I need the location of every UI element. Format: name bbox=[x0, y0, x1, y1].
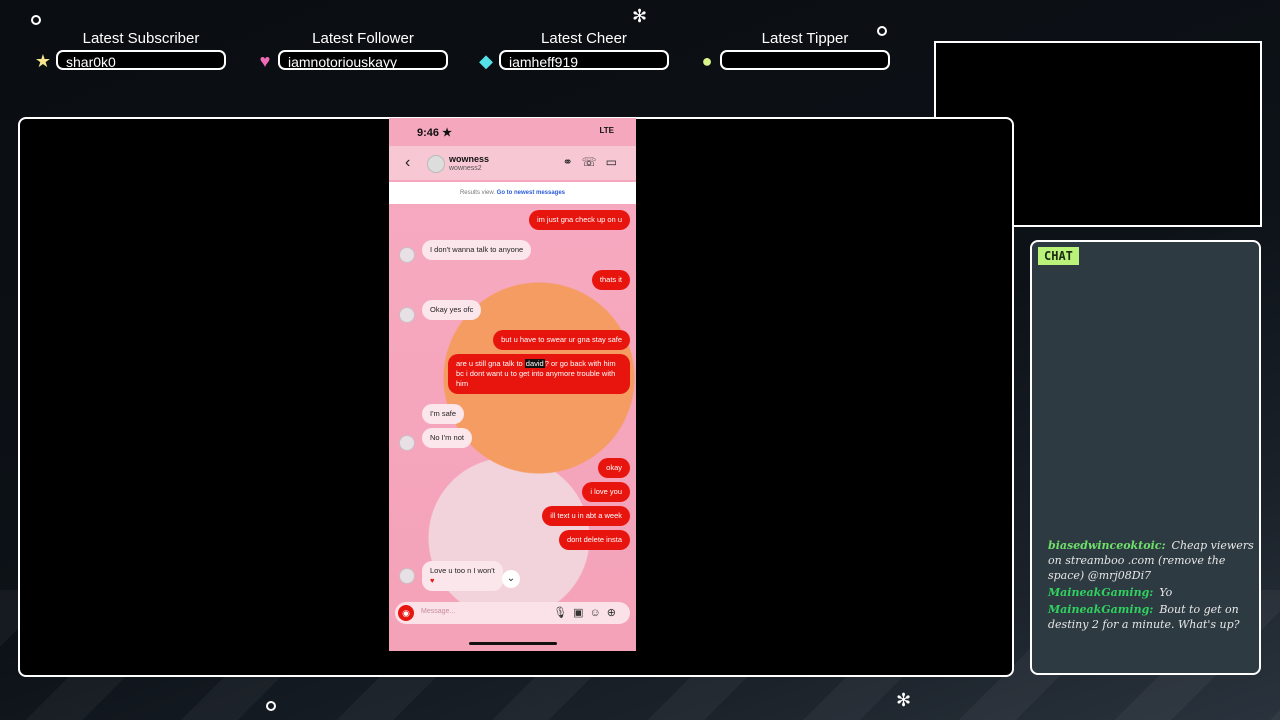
avatar[interactable] bbox=[427, 155, 445, 173]
alert-title: Latest Follower bbox=[312, 30, 414, 47]
message-text: are u still gna talk to bbox=[456, 359, 525, 368]
alert-value: shar0k0 bbox=[56, 50, 226, 70]
add-icon[interactable]: ⊕ bbox=[607, 607, 622, 619]
alert-title: Latest Subscriber bbox=[82, 30, 200, 47]
message-composer[interactable]: ◉ Message... 🎙▣☺⊕ bbox=[395, 602, 630, 624]
alert-value: iamnotoriouskayy bbox=[278, 50, 448, 70]
chat-message: biasedwinceoktoic: Cheap viewers on strea… bbox=[1048, 538, 1263, 583]
chat-message-list: biasedwinceoktoic: Cheap viewers on strea… bbox=[1048, 538, 1263, 634]
contact-name[interactable]: wowness bbox=[449, 154, 489, 164]
alert-value bbox=[720, 50, 890, 70]
highlighted-word: david bbox=[524, 359, 545, 368]
phone-screenshot: 9:46 ★ LTE ‹ wowness wowness2 ⚭☏▭ Result… bbox=[389, 118, 636, 651]
message-outgoing: are u still gna talk to david? or go bac… bbox=[448, 354, 630, 394]
alert-title: Latest Cheer bbox=[541, 30, 627, 47]
chat-username: biasedwinceoktoic: bbox=[1048, 539, 1166, 552]
composer-actions: 🎙▣☺⊕ bbox=[553, 606, 622, 619]
link-icon[interactable]: ⚭ bbox=[563, 155, 582, 169]
phone-icon[interactable]: ☏ bbox=[582, 155, 606, 169]
message-outgoing: dont delete insta bbox=[558, 530, 630, 550]
go-to-newest-link[interactable]: Go to newest messages bbox=[497, 190, 565, 196]
sticker-icon[interactable]: ☺ bbox=[590, 607, 607, 619]
home-indicator bbox=[469, 642, 557, 645]
decor-ring-icon bbox=[266, 701, 276, 711]
chat-username: MaineakGaming: bbox=[1048, 603, 1154, 616]
chat-text: Yo bbox=[1159, 586, 1173, 599]
back-icon[interactable]: ‹ bbox=[405, 154, 410, 172]
phone-status-bar: 9:46 ★ LTE bbox=[389, 118, 636, 146]
message-outgoing: i love you bbox=[582, 482, 630, 502]
header-actions: ⚭☏▭ bbox=[563, 155, 626, 169]
heart-reaction-icon: ♥ bbox=[430, 576, 435, 585]
chat-message: MaineakGaming: Bout to get on destiny 2 f… bbox=[1048, 602, 1263, 632]
message-outgoing: thats it bbox=[591, 270, 630, 290]
status-network: LTE bbox=[599, 126, 614, 135]
message-text: Love u too n I won't bbox=[430, 566, 495, 575]
contact-handle: wowness2 bbox=[449, 165, 482, 172]
stream-chat-panel: CHAT biasedwinceoktoic: Cheap viewers on … bbox=[1030, 240, 1261, 675]
dm-header: ‹ wowness wowness2 ⚭☏▭ bbox=[389, 146, 636, 180]
camera-icon[interactable]: ◉ bbox=[398, 605, 414, 621]
message-incoming: Love u too n I won't ♥ bbox=[422, 561, 503, 591]
video-icon[interactable]: ▭ bbox=[606, 155, 626, 169]
message-incoming: I'm safe bbox=[422, 404, 465, 424]
chat-tab: CHAT bbox=[1038, 247, 1079, 265]
chevron-down-icon: ⌄ bbox=[506, 573, 516, 584]
message-input[interactable]: Message... bbox=[421, 608, 455, 615]
microphone-icon[interactable]: 🎙 bbox=[553, 607, 573, 619]
status-time: 9:46 ★ bbox=[417, 127, 452, 139]
sparkle-icon: ✻ bbox=[896, 690, 912, 710]
heart-icon: ♥ bbox=[259, 51, 271, 71]
message-outgoing: but u have to swear ur gna stay safe bbox=[493, 330, 630, 350]
diamond-icon: ◆ bbox=[479, 51, 493, 71]
results-view-banner: Results view. Go to newest messages bbox=[389, 182, 636, 204]
scroll-down-button[interactable]: ⌄ bbox=[502, 570, 520, 588]
message-incoming: No I'm not bbox=[422, 428, 472, 448]
sender-avatar bbox=[399, 307, 415, 323]
chat-username: MaineakGaming: bbox=[1048, 586, 1154, 599]
alert-title: Latest Tipper bbox=[761, 30, 849, 47]
decor-ring-icon bbox=[31, 15, 41, 25]
message-incoming: Okay yes ofc bbox=[422, 300, 482, 320]
star-icon: ★ bbox=[34, 51, 52, 71]
message-incoming: I don't wanna talk to anyone bbox=[422, 240, 532, 260]
alert-value: iamheff919 bbox=[499, 50, 669, 70]
chat-message: MaineakGaming: Yo bbox=[1048, 585, 1263, 600]
image-icon[interactable]: ▣ bbox=[573, 607, 589, 619]
message-outgoing: im just gna check up on u bbox=[528, 210, 630, 230]
sender-avatar bbox=[399, 568, 415, 584]
sparkle-icon: ✻ bbox=[632, 6, 648, 26]
coin-icon: ● bbox=[701, 51, 713, 71]
results-label: Results view. bbox=[459, 190, 495, 196]
message-outgoing: okay bbox=[598, 458, 630, 478]
sender-avatar bbox=[399, 435, 415, 451]
message-outgoing: ill text u in abt a week bbox=[542, 506, 630, 526]
sender-avatar bbox=[399, 247, 415, 263]
